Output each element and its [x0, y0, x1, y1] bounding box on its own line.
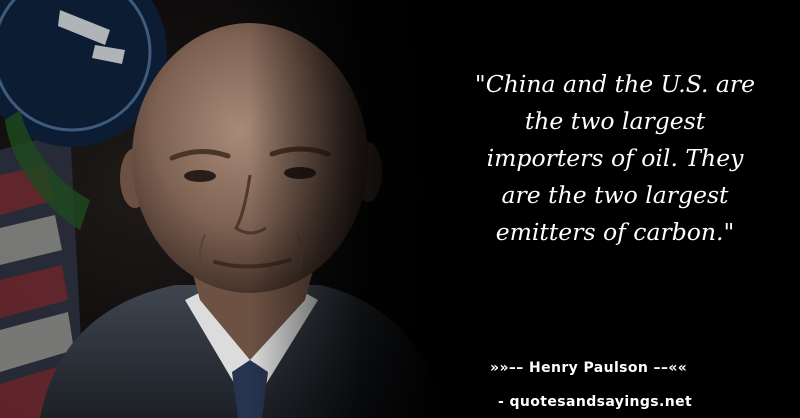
attribution-prefix: »»–– — [490, 360, 529, 376]
author-name[interactable]: Henry Paulson — [529, 360, 648, 376]
quote-line: importers of oil. They — [486, 144, 744, 172]
attribution: »»–– Henry Paulson ––«« — [490, 360, 716, 376]
quote-line: "China and the U.S. are — [474, 70, 756, 98]
quote-line: are the two largest — [501, 181, 729, 209]
portrait-photo — [0, 0, 460, 418]
attribution-suffix: ––«« — [648, 360, 688, 376]
quote-text: "China and the U.S. are the two largest … — [420, 66, 800, 251]
quote-card: "China and the U.S. are the two largest … — [0, 0, 800, 418]
source-site[interactable]: - quotesandsayings.net — [498, 394, 718, 410]
quote-line: the two largest — [524, 107, 706, 135]
tie — [232, 360, 268, 418]
quote-line: emitters of carbon." — [495, 218, 735, 246]
head — [132, 23, 368, 293]
